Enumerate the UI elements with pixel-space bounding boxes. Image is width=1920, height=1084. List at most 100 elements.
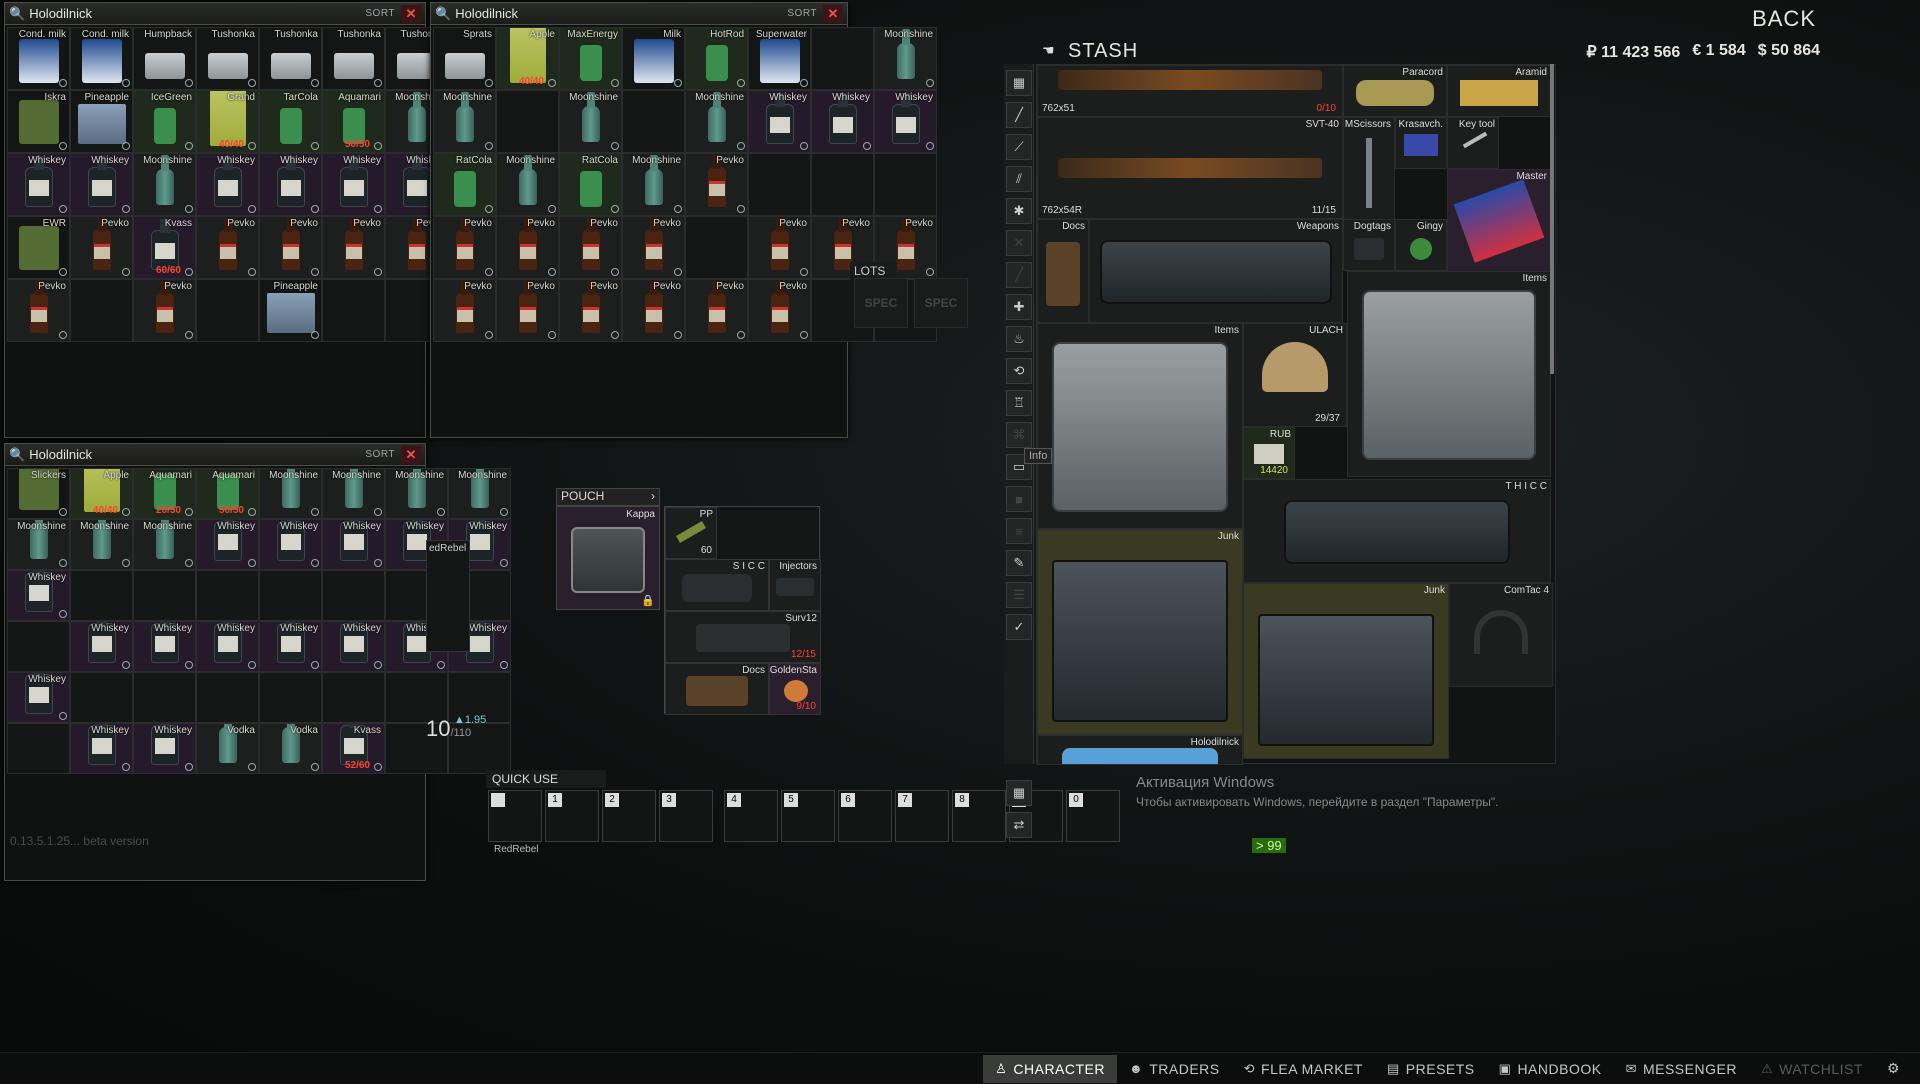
stash-item[interactable]: RUB 14420 bbox=[1243, 427, 1295, 479]
pouch-slot[interactable]: Kappa 🔒 bbox=[556, 506, 660, 610]
search-icon[interactable]: 🔍 bbox=[9, 6, 25, 22]
nav-character[interactable]: ♙ CHARACTER bbox=[983, 1054, 1118, 1083]
container-window-2[interactable]: 🔍 Holodilnick SORT ✕ Sprats Apple 40/40 Max… bbox=[430, 2, 937, 438]
pouch-item[interactable]: Docs bbox=[665, 663, 769, 715]
inventory-item[interactable]: EWR bbox=[7, 216, 70, 279]
inventory-item[interactable]: Aquamari 50/50 bbox=[196, 468, 259, 519]
quick-use-slot[interactable] bbox=[488, 790, 542, 842]
inventory-item[interactable]: Pevko bbox=[496, 216, 559, 279]
stash-item[interactable]: Docs bbox=[1037, 219, 1089, 323]
pouch-item[interactable]: Surv12 12/15 bbox=[665, 611, 821, 663]
inventory-item[interactable]: Pevko bbox=[70, 216, 133, 279]
inventory-item[interactable]: Pevko bbox=[196, 216, 259, 279]
quick-use-slot[interactable]: 1 bbox=[545, 790, 599, 842]
inventory-item[interactable]: Humpback bbox=[133, 27, 196, 90]
stash-item[interactable]: Holodilnick bbox=[1037, 735, 1243, 765]
stash-item[interactable]: Dogtags bbox=[1343, 219, 1395, 271]
bottom-navigation[interactable]: ♙ CHARACTER ☻ TRADERS ⟲ FLEA MARKET ▤ PRESETS ▣ H… bbox=[0, 1052, 1920, 1084]
quick-use-slot[interactable]: 0 bbox=[1066, 790, 1120, 842]
nav-traders[interactable]: ☻ TRADERS bbox=[1117, 1055, 1232, 1083]
gear-filter-icon[interactable]: ✱ bbox=[1006, 198, 1032, 224]
inventory-item[interactable]: Pevko bbox=[433, 279, 496, 342]
empty-slot[interactable] bbox=[748, 153, 811, 216]
inventory-item[interactable]: Cond. milk bbox=[70, 27, 133, 90]
stash-item[interactable]: Items bbox=[1037, 323, 1243, 529]
inventory-item[interactable]: Pevko bbox=[559, 216, 622, 279]
sort-button[interactable]: SORT bbox=[365, 8, 395, 19]
inventory-item[interactable]: Sprats bbox=[433, 27, 496, 90]
empty-slot[interactable] bbox=[70, 570, 133, 621]
inventory-item[interactable]: Moonshine bbox=[448, 468, 511, 519]
layout-filter-icon[interactable]: ▦ bbox=[1006, 780, 1032, 806]
inventory-item[interactable]: Tushonka bbox=[322, 27, 385, 90]
grid-filter-icon[interactable]: ▦ bbox=[1006, 70, 1032, 96]
inventory-item[interactable]: Grand 40/40 bbox=[196, 90, 259, 153]
empty-slot[interactable] bbox=[70, 279, 133, 342]
inventory-item[interactable]: Moonshine bbox=[7, 519, 70, 570]
empty-slot[interactable] bbox=[7, 723, 70, 774]
inventory-item[interactable]: Pineapple bbox=[259, 279, 322, 342]
stash-item[interactable]: Items bbox=[1347, 271, 1551, 477]
inventory-item[interactable]: MaxEnergy bbox=[559, 27, 622, 90]
inventory-item[interactable]: Whiskey bbox=[748, 90, 811, 153]
inventory-item[interactable]: Pevko bbox=[748, 279, 811, 342]
inventory-item[interactable]: Moonshine bbox=[874, 27, 937, 90]
spec-slot-1[interactable]: SPEC bbox=[854, 278, 908, 328]
inventory-item[interactable]: Whiskey bbox=[811, 90, 874, 153]
inventory-item[interactable]: Moonshine bbox=[433, 90, 496, 153]
inventory-item[interactable]: Whiskey bbox=[322, 519, 385, 570]
pouch-item[interactable]: S I C C bbox=[665, 559, 769, 611]
inventory-item[interactable]: Tushonka bbox=[196, 27, 259, 90]
inventory-item[interactable]: Vodka bbox=[196, 723, 259, 774]
sort-button[interactable]: SORT bbox=[787, 8, 817, 19]
inventory-item[interactable]: Whiskey bbox=[196, 519, 259, 570]
container-window-3[interactable]: 🔍 Holodilnick SORT ✕ Slickers Apple 40/40 A… bbox=[4, 443, 511, 881]
blank-filter-icon[interactable]: ╱ bbox=[1006, 262, 1032, 288]
inventory-item[interactable]: Whiskey bbox=[7, 570, 70, 621]
stash-item[interactable]: 762x51 0/10 bbox=[1037, 65, 1343, 117]
empty-slot[interactable] bbox=[259, 570, 322, 621]
pouch-item[interactable]: Injectors bbox=[769, 559, 821, 611]
inventory-item[interactable]: Milk bbox=[622, 27, 685, 90]
quick-use-slot[interactable]: 6 bbox=[838, 790, 892, 842]
nav-flea-market[interactable]: ⟲ FLEA MARKET bbox=[1232, 1055, 1375, 1083]
special-filter-icon[interactable]: ■ bbox=[1006, 486, 1032, 512]
sort-button[interactable]: SORT bbox=[365, 449, 395, 460]
empty-slot[interactable] bbox=[133, 570, 196, 621]
inventory-item[interactable]: Pevko bbox=[7, 279, 70, 342]
inventory-item[interactable]: Pevko bbox=[259, 216, 322, 279]
empty-slot[interactable] bbox=[322, 672, 385, 723]
inventory-item[interactable]: Pevko bbox=[748, 216, 811, 279]
inventory-item[interactable]: Moonshine bbox=[559, 90, 622, 153]
stash-item[interactable]: Junk bbox=[1243, 583, 1449, 759]
inventory-item[interactable]: Moonshine bbox=[70, 519, 133, 570]
inventory-item[interactable]: RatCola bbox=[433, 153, 496, 216]
inventory-item[interactable]: Whiskey bbox=[259, 621, 322, 672]
window-header[interactable]: 🔍 Holodilnick SORT ✕ bbox=[431, 3, 847, 25]
inventory-item[interactable]: Pevko bbox=[685, 279, 748, 342]
inventory-item[interactable]: Aquamari 50/50 bbox=[322, 90, 385, 153]
inventory-item[interactable]: Moonshine bbox=[685, 90, 748, 153]
repair-filter-icon[interactable]: ✎ bbox=[1006, 550, 1032, 576]
pouch-header[interactable]: POUCH › bbox=[556, 488, 660, 506]
inventory-item[interactable]: Moonshine bbox=[385, 468, 448, 519]
empty-slot[interactable] bbox=[133, 672, 196, 723]
stash-item[interactable]: Junk bbox=[1037, 529, 1243, 735]
inventory-item[interactable]: Apple 40/40 bbox=[70, 468, 133, 519]
empty-slot[interactable] bbox=[811, 153, 874, 216]
window-header[interactable]: 🔍 Holodilnick SORT ✕ bbox=[5, 444, 425, 466]
weapon-filter-icon[interactable]: ╱ bbox=[1006, 102, 1032, 128]
inventory-item[interactable]: Pevko bbox=[622, 216, 685, 279]
inventory-item[interactable]: Whiskey bbox=[196, 621, 259, 672]
window-header[interactable]: 🔍 Holodilnick SORT ✕ bbox=[5, 3, 425, 25]
container-window-1[interactable]: 🔍 Holodilnick SORT ✕ Cond. milk Cond. mil… bbox=[4, 2, 511, 438]
settings-gear-icon[interactable]: ⚙ bbox=[1875, 1055, 1912, 1083]
close-button[interactable]: ✕ bbox=[823, 4, 843, 23]
inventory-item[interactable]: Kvass 52/60 bbox=[322, 723, 385, 774]
inventory-item[interactable]: Whiskey bbox=[133, 723, 196, 774]
inventory-item[interactable]: Pevko bbox=[622, 279, 685, 342]
empty-slot[interactable] bbox=[196, 672, 259, 723]
inventory-item[interactable]: RatCola bbox=[559, 153, 622, 216]
stash-item[interactable]: ComTac 4 bbox=[1449, 583, 1553, 687]
barter-filter-icon[interactable]: ⟲ bbox=[1006, 358, 1032, 384]
